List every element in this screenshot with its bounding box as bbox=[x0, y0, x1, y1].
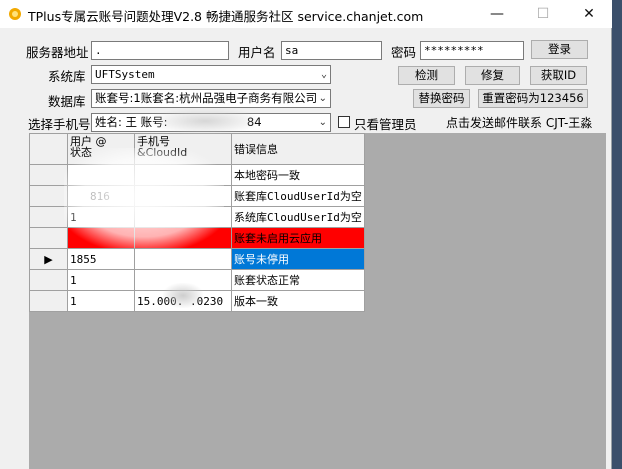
table-row[interactable]: 1 系统库CloudUserId为空 bbox=[29, 206, 365, 228]
chevron-down-icon: ⌄ bbox=[318, 93, 327, 104]
main-window: TPlus专属云账号问题处理V2.8 畅捷通服务社区 service.chanj… bbox=[0, 0, 612, 469]
cell-user-status[interactable] bbox=[67, 164, 135, 186]
replace-password-button[interactable]: 替换密码 bbox=[413, 89, 470, 108]
phone-value-suffix: 84 bbox=[246, 115, 262, 129]
admin-only-label: 只看管理员 bbox=[354, 117, 417, 132]
cell-error[interactable]: 本地密码一致 bbox=[231, 164, 365, 186]
cell-error[interactable]: 版本一致 bbox=[231, 290, 365, 312]
row-header[interactable] bbox=[29, 206, 68, 228]
minimize-button[interactable]: — bbox=[474, 0, 520, 28]
phone-value-prefix: 姓名: 王 账号: bbox=[95, 115, 168, 129]
close-button[interactable]: ✕ bbox=[566, 0, 612, 28]
table-row[interactable]: 816 账套库CloudUserId为空 bbox=[29, 185, 365, 207]
username-input[interactable]: sa bbox=[281, 41, 382, 60]
column-header-phone-cloudid[interactable]: 手机号 &CloudId bbox=[134, 133, 232, 165]
cell-error[interactable]: 账号未停用 bbox=[231, 248, 365, 270]
data-grid[interactable]: 用户 @ 状态 手机号 &CloudId 错误信息 本地密码一致 816 账套库… bbox=[29, 133, 606, 469]
table-row[interactable]: 1 15.000. .0230 版本一致 bbox=[29, 290, 365, 312]
cell-phone[interactable] bbox=[134, 206, 232, 228]
phone-label: 选择手机号 bbox=[28, 117, 91, 132]
column-header-user-status[interactable]: 用户 @ 状态 bbox=[67, 133, 135, 165]
row-header[interactable] bbox=[29, 227, 68, 249]
reset-password-button[interactable]: 重置密码为123456 bbox=[478, 89, 588, 108]
row-header[interactable] bbox=[29, 290, 68, 312]
table-row-selected[interactable]: ▶ 1855 账号未停用 bbox=[29, 248, 365, 270]
cell-error[interactable]: 账套状态正常 bbox=[231, 269, 365, 291]
server-label: 服务器地址 bbox=[26, 45, 89, 60]
app-icon bbox=[9, 8, 21, 20]
results-table: 用户 @ 状态 手机号 &CloudId 错误信息 本地密码一致 816 账套库… bbox=[29, 133, 365, 312]
header-line: 状态 bbox=[70, 146, 92, 159]
window-title: TPlus专属云账号问题处理V2.8 畅捷通服务社区 service.chanj… bbox=[28, 9, 424, 24]
cell-phone[interactable] bbox=[134, 248, 232, 270]
row-header[interactable] bbox=[29, 185, 68, 207]
cell-phone[interactable] bbox=[134, 227, 232, 249]
chevron-down-icon: ⌄ bbox=[320, 69, 327, 80]
database-value: 账套号:1账套名:杭州品强电子商务有限公司 bbox=[95, 91, 318, 105]
sysdb-value: UFTSystem bbox=[95, 68, 155, 81]
row-header[interactable] bbox=[29, 164, 68, 186]
password-label: 密码 bbox=[391, 45, 417, 60]
cell-user-status[interactable]: 1 bbox=[67, 269, 135, 291]
cell-user-status[interactable]: 1 bbox=[67, 206, 135, 228]
phone-select[interactable]: 姓名: 王 账号: 84 ⌄ bbox=[91, 113, 331, 132]
cell-user-status[interactable]: 1855 bbox=[67, 248, 135, 270]
table-row[interactable]: 1 账套状态正常 bbox=[29, 269, 365, 291]
cell-phone[interactable] bbox=[134, 164, 232, 186]
cell-phone[interactable] bbox=[134, 185, 232, 207]
sysdb-select[interactable]: UFTSystem ⌄ bbox=[91, 65, 331, 84]
table-header-row: 用户 @ 状态 手机号 &CloudId 错误信息 bbox=[29, 133, 365, 165]
sysdb-label: 系统库 bbox=[48, 69, 86, 84]
maximize-button[interactable]: ☐ bbox=[520, 0, 566, 28]
table-row-error[interactable]: 账套未启用云应用 bbox=[29, 227, 365, 249]
login-button[interactable]: 登录 bbox=[531, 40, 588, 59]
cell-phone[interactable] bbox=[134, 269, 232, 291]
admin-only-checkbox[interactable] bbox=[338, 116, 350, 128]
row-header[interactable] bbox=[29, 269, 68, 291]
current-row-indicator-icon[interactable]: ▶ bbox=[29, 248, 68, 270]
column-header-error-info[interactable]: 错误信息 bbox=[231, 133, 365, 165]
cell-phone[interactable]: 15.000. .0230 bbox=[134, 290, 232, 312]
cell-error[interactable]: 账套未启用云应用 bbox=[231, 227, 365, 249]
cell-error[interactable]: 系统库CloudUserId为空 bbox=[231, 206, 365, 228]
username-label: 用户名 bbox=[238, 45, 276, 60]
password-input[interactable]: ********* bbox=[420, 41, 524, 60]
table-row[interactable]: 本地密码一致 bbox=[29, 164, 365, 186]
title-bar: TPlus专属云账号问题处理V2.8 畅捷通服务社区 service.chanj… bbox=[0, 0, 612, 28]
header-line: &CloudId bbox=[137, 146, 188, 159]
database-label: 数据库 bbox=[48, 94, 86, 109]
cell-user-status[interactable] bbox=[67, 227, 135, 249]
repair-button[interactable]: 修复 bbox=[465, 66, 520, 85]
cell-user-status[interactable]: 816 bbox=[67, 185, 135, 207]
cell-user-status[interactable]: 1 bbox=[67, 290, 135, 312]
row-header-corner bbox=[29, 133, 68, 165]
cell-error[interactable]: 账套库CloudUserId为空 bbox=[231, 185, 365, 207]
database-select[interactable]: 账套号:1账套名:杭州品强电子商务有限公司 ⌄ bbox=[91, 89, 331, 108]
email-contact-link[interactable]: 点击发送邮件联系 CJT-王淼 bbox=[446, 114, 592, 131]
get-id-button[interactable]: 获取ID bbox=[530, 66, 587, 85]
chevron-down-icon: ⌄ bbox=[318, 117, 327, 128]
server-input[interactable]: . bbox=[91, 41, 229, 60]
check-button[interactable]: 检测 bbox=[398, 66, 455, 85]
